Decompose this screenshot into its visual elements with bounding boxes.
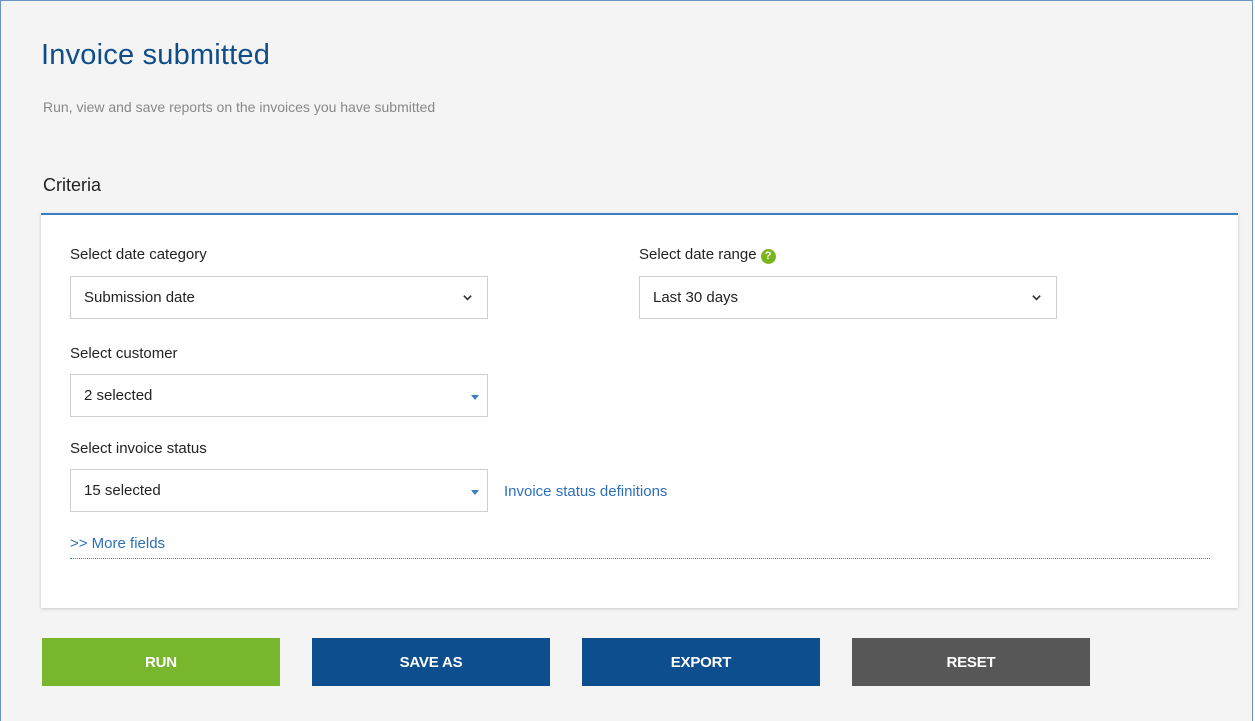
reset-button[interactable]: RESET <box>852 638 1090 686</box>
chevron-down-icon <box>1032 295 1041 301</box>
page-title: Invoice submitted <box>41 39 271 71</box>
run-button[interactable]: RUN <box>42 638 280 686</box>
save-as-button[interactable]: SAVE AS <box>312 638 550 686</box>
chevron-down-icon <box>463 295 472 301</box>
more-fields-divider <box>70 558 1210 559</box>
criteria-panel: Select date category Submission date Sel… <box>41 213 1238 608</box>
date-category-label: Select date category <box>70 246 207 263</box>
customer-label: Select customer <box>70 345 178 362</box>
invoice-status-label: Select invoice status <box>70 440 207 457</box>
date-range-label: Select date range? <box>639 246 776 264</box>
question-circle-icon[interactable]: ? <box>760 249 776 264</box>
caret-down-icon <box>471 395 479 400</box>
date-range-label-text: Select date range <box>639 246 757 263</box>
criteria-section-title: Criteria <box>43 175 102 195</box>
more-fields-link[interactable]: >> More fields <box>70 535 165 552</box>
invoice-status-definitions-link[interactable]: Invoice status definitions <box>504 483 667 500</box>
date-range-select[interactable]: Last 30 days <box>639 276 1057 319</box>
date-category-select[interactable]: Submission date <box>70 276 488 319</box>
date-range-value: Last 30 days <box>653 289 739 306</box>
invoice-status-multiselect[interactable]: 15 selected <box>70 469 488 512</box>
export-button[interactable]: EXPORT <box>582 638 820 686</box>
app-frame: Invoice submitted Run, view and save rep… <box>0 0 1253 721</box>
invoice-status-value: 15 selected <box>84 482 161 499</box>
date-category-value: Submission date <box>84 289 195 306</box>
customer-value: 2 selected <box>84 387 153 404</box>
customer-multiselect[interactable]: 2 selected <box>70 374 488 417</box>
caret-down-icon <box>471 490 479 495</box>
page-subtitle: Run, view and save reports on the invoic… <box>43 99 436 115</box>
